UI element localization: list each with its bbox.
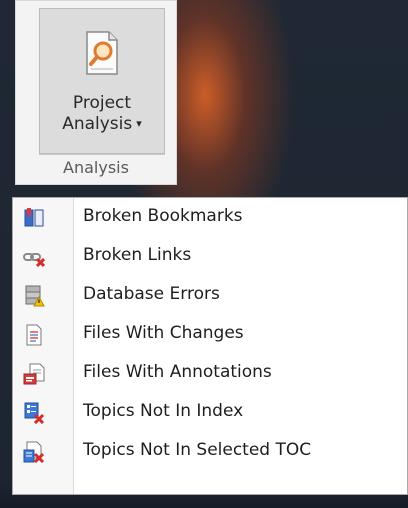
chevron-down-icon: ▾ <box>136 117 142 130</box>
menu-item-broken-bookmarks[interactable]: Broken Bookmarks <box>13 198 407 237</box>
menu-item-database-errors[interactable]: Database Errors <box>13 276 407 315</box>
project-analysis-label-text: Analysis <box>62 114 133 134</box>
menu-item-label: Database Errors <box>83 284 220 304</box>
menu-item-files-with-changes[interactable]: Files With Changes <box>13 315 407 354</box>
broken-links-icon <box>23 253 45 268</box>
topics-not-in-toc-icon <box>23 441 45 463</box>
project-analysis-button[interactable]: Project Analysis ▾ <box>39 8 165 154</box>
menu-item-label: Files With Changes <box>83 323 244 343</box>
project-analysis-dropdown-menu: Broken Bookmarks Broken Links Database E… <box>12 197 408 495</box>
menu-item-label: Topics Not In Selected TOC <box>83 440 312 460</box>
ribbon-group-label: Analysis <box>63 158 129 177</box>
ribbon-group-analysis: Project Analysis ▾ Analysis <box>15 0 177 185</box>
menu-item-label: Broken Links <box>83 245 192 265</box>
menu-item-label: Files With Annotations <box>83 362 272 382</box>
topics-not-in-index-icon <box>24 402 45 424</box>
database-errors-icon <box>25 285 45 307</box>
menu-item-label: Topics Not In Index <box>83 401 244 421</box>
project-analysis-label-line1: Project <box>72 93 132 113</box>
files-with-changes-icon <box>26 324 42 346</box>
files-with-annotations-icon <box>23 363 45 385</box>
menu-item-label: Broken Bookmarks <box>83 206 243 226</box>
project-analysis-label-line2: Analysis ▾ <box>40 114 164 134</box>
menu-item-files-with-annotations[interactable]: Files With Annotations <box>13 354 407 393</box>
menu-item-topics-not-in-selected-toc[interactable]: Topics Not In Selected TOC <box>13 432 407 471</box>
menu-item-topics-not-in-index[interactable]: Topics Not In Index <box>13 393 407 432</box>
ribbon-group-divider <box>39 154 165 155</box>
broken-bookmarks-icon <box>24 208 44 227</box>
menu-item-broken-links[interactable]: Broken Links <box>13 237 407 276</box>
project-analysis-icon <box>86 31 118 75</box>
